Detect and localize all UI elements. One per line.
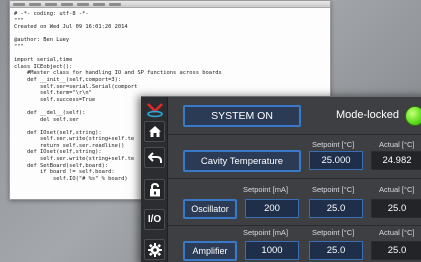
code-line: # -*- coding: utf-8 -*- [14, 11, 89, 17]
amplifier-temp-setpoint-field[interactable]: 25.0 [309, 241, 363, 260]
io-icon: I/O [147, 214, 162, 225]
system-on-button[interactable]: SYSTEM ON [183, 105, 301, 127]
code-line: @author: Ben Luey [14, 37, 70, 44]
oscillator-current-setpoint-field[interactable]: 200 [245, 199, 299, 218]
cavity-setpoint-field[interactable]: 25.000 [309, 151, 363, 170]
cavity-actual-value: 24.982 [371, 151, 421, 170]
toolbar-item[interactable] [93, 2, 105, 6]
laser-control-panel: I/O SYSTEM ON Mode-locked Setpoint [°C] … [141, 96, 421, 262]
mode-locked-indicator [405, 106, 421, 126]
amplifier-temp-actual-header: Actual [°C] [379, 228, 415, 237]
toolbar-item[interactable] [45, 2, 57, 6]
oscillator-temp-setpoint-header: Setpoint [°C] [312, 185, 355, 194]
toolbar-item[interactable] [61, 2, 73, 6]
mode-status-label: Mode-locked [336, 109, 399, 121]
editor-toolbar [10, 1, 330, 8]
home-button[interactable] [144, 121, 165, 142]
amplifier-current-header: Setpoint [mA] [243, 228, 289, 237]
io-button[interactable]: I/O [144, 209, 165, 230]
code-line: """ [14, 43, 24, 50]
code-line: Created on Wed Jul 09 16:01:20 2014 [14, 24, 128, 31]
back-icon [147, 151, 162, 163]
toolbar-item[interactable] [77, 2, 89, 6]
oscillator-button[interactable]: Oscillator [183, 199, 237, 219]
code-line: self.ser=serial.Serial(comport [14, 83, 138, 90]
sidebar: I/O [141, 97, 168, 262]
cavity-temperature-button[interactable]: Cavity Temperature [183, 150, 301, 172]
oscillator-temp-actual-header: Actual [°C] [379, 185, 415, 194]
code-line: def __init__(self,comport=3): [14, 76, 122, 83]
lock-icon [149, 182, 160, 196]
cavity-actual-header: Actual [°C] [379, 140, 415, 149]
gear-icon [147, 242, 162, 257]
code-line: import serial,time [14, 57, 73, 64]
toolbar-item[interactable] [109, 2, 121, 6]
code-line: """ [14, 17, 24, 24]
oscillator-temp-actual-value: 25.0 [371, 199, 421, 218]
divider [168, 225, 421, 226]
toolbar-item[interactable] [13, 2, 25, 6]
amplifier-button[interactable]: Amplifier [183, 241, 237, 261]
divider [168, 134, 421, 135]
code-line: #Master class for handling IO and SP fun… [14, 70, 222, 77]
amplifier-current-setpoint-field[interactable]: 1000 [245, 241, 299, 260]
toolbar-item[interactable] [29, 2, 41, 6]
lock-button[interactable] [144, 179, 165, 200]
amplifier-temp-setpoint-header: Setpoint [°C] [312, 228, 355, 237]
logo-icon [144, 99, 165, 120]
home-icon [148, 126, 161, 137]
settings-button[interactable] [144, 239, 165, 260]
cavity-setpoint-header: Setpoint [°C] [312, 140, 355, 149]
divider [168, 178, 421, 179]
amplifier-temp-actual-value: 25.0 [371, 241, 421, 260]
oscillator-current-header: Setpoint [mA] [243, 185, 289, 194]
back-button[interactable] [144, 147, 165, 168]
oscillator-temp-setpoint-field[interactable]: 25.0 [309, 199, 363, 218]
code-line: class ICEobject(): [14, 63, 73, 70]
